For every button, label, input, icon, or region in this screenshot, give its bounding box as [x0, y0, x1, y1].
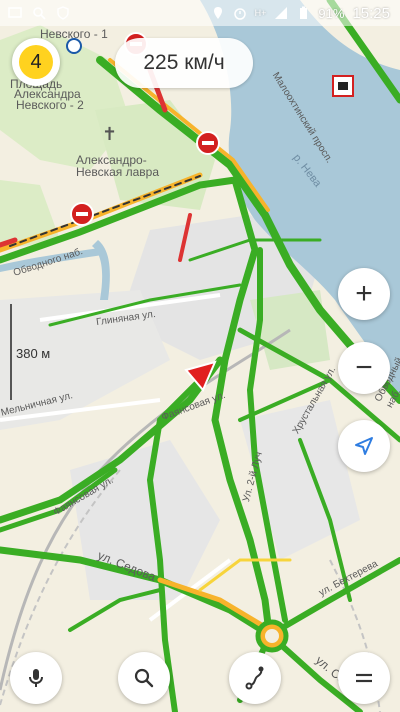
- minus-icon: −: [355, 351, 373, 384]
- route-button[interactable]: [229, 652, 281, 704]
- map-scale: 380 м: [10, 304, 70, 400]
- shield-icon: [57, 6, 69, 20]
- battery-percent: 91%: [318, 5, 345, 21]
- map-label-nevskogo2: Невского - 2: [16, 98, 84, 112]
- microphone-icon: [29, 669, 43, 687]
- search-status-icon: [33, 7, 46, 20]
- screen-icon: [8, 7, 22, 18]
- traffic-level-button[interactable]: 4: [12, 38, 60, 86]
- signal-icon: [275, 7, 288, 19]
- plus-icon: +: [355, 277, 373, 310]
- navigation-arrow-icon: [355, 437, 373, 455]
- speed-indicator: 225 км/ч: [115, 38, 253, 88]
- svg-text:✝: ✝: [102, 124, 117, 145]
- map-label-nevsky-top: Невского - 1: [40, 27, 108, 41]
- search-icon: [134, 668, 154, 688]
- speed-value: 225 км/ч: [143, 51, 225, 74]
- battery-icon: [300, 6, 308, 19]
- alarm-icon: [233, 8, 246, 20]
- menu-icon: [356, 673, 372, 683]
- my-location-button[interactable]: [338, 420, 390, 472]
- location-status-icon: [213, 7, 222, 19]
- menu-button[interactable]: [338, 652, 390, 704]
- route-icon: [245, 666, 264, 690]
- scale-label: 380 м: [16, 346, 51, 361]
- zoom-out-button[interactable]: −: [338, 342, 390, 394]
- traffic-level-value: 4: [30, 50, 42, 73]
- clock: 15:25: [352, 4, 390, 22]
- search-button[interactable]: [118, 652, 170, 704]
- map-label-lavra-2: Невская лавра: [76, 165, 159, 179]
- network-type: H+: [254, 8, 267, 18]
- scale-bar: [10, 304, 12, 400]
- status-bar: H+ 91% 15:25: [0, 0, 400, 26]
- voice-search-button[interactable]: [10, 652, 62, 704]
- zoom-in-button[interactable]: +: [338, 268, 390, 320]
